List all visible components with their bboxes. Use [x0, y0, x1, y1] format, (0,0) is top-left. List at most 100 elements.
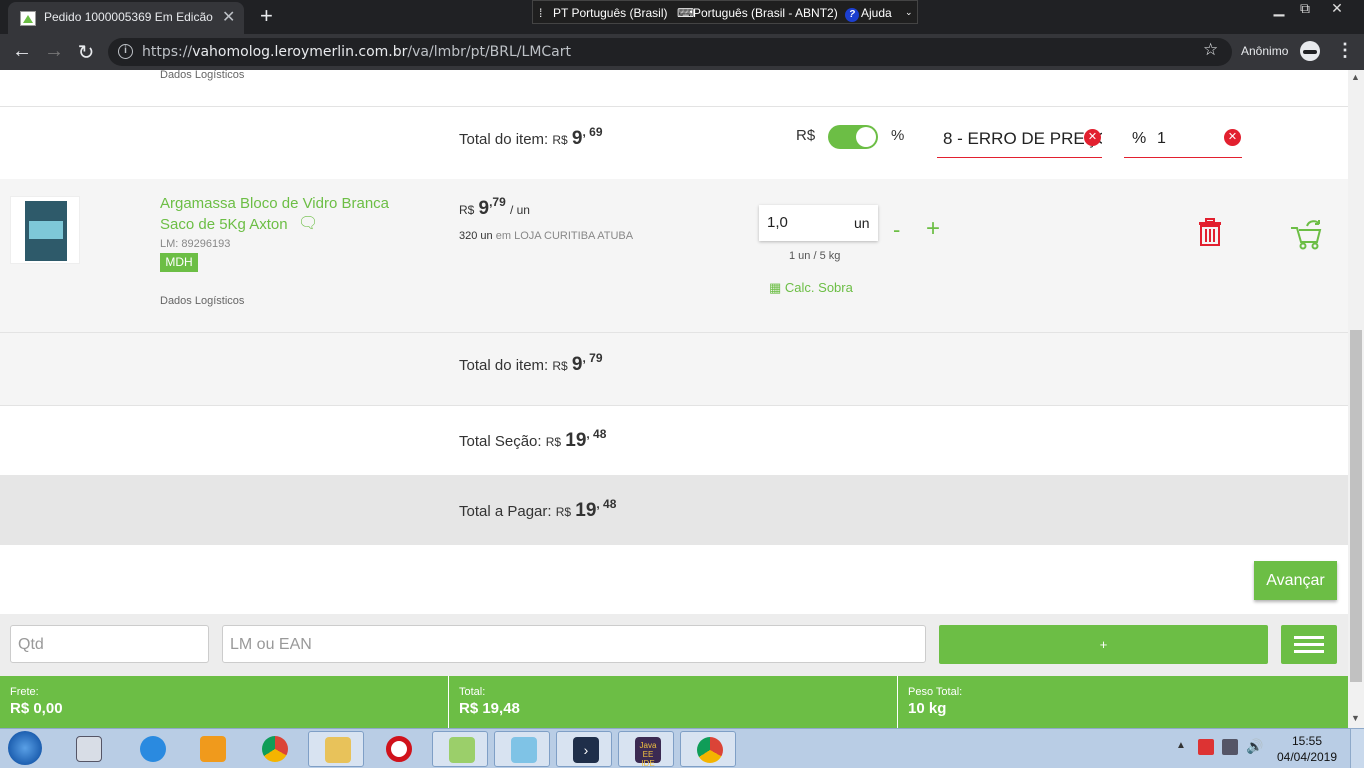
unit-price-unit: / un [509, 203, 530, 217]
url-host: vahomolog.leroymerlin.com.br [192, 44, 408, 60]
show-hidden-icons[interactable]: ▲ [1176, 740, 1186, 751]
calculator-icon: ▦ [769, 280, 782, 295]
taskbar-paint[interactable] [494, 731, 550, 767]
product-name-line2[interactable]: Saco de 5Kg Axton [160, 216, 288, 233]
weight-cell: Peso Total: 10 kg [897, 676, 1348, 728]
percent-value: 1 [1157, 130, 1166, 147]
calc-sobra-link[interactable]: ▦ Calc. Sobra [769, 280, 853, 296]
tab-close-icon[interactable]: ✕ [222, 7, 235, 27]
reload-icon[interactable]: ↻ [74, 40, 98, 65]
taskbar-java-ide[interactable]: Java EE IDE [618, 731, 674, 768]
scrollbar-thumb[interactable] [1350, 330, 1362, 682]
clock-date: 04/04/2019 [1276, 750, 1338, 764]
taskbar-notepad[interactable] [432, 731, 488, 767]
keyboard-icon: ⌨ [677, 6, 695, 20]
browser-toolbar: ← → ↻ i https://vahomolog.leroymerlin.co… [0, 34, 1364, 70]
product-name-line1[interactable]: Argamassa Bloco de Vidro Branca [160, 195, 389, 212]
tab-title: Pedido 1000005369 Em Edicão [44, 10, 213, 24]
language-bar[interactable]: ⁞ PT Português (Brasil) ⌨ Português (Bra… [532, 0, 918, 24]
forward-arrow-icon[interactable]: → [42, 40, 66, 63]
network-icon[interactable] [1222, 739, 1238, 755]
start-button[interactable] [2, 729, 46, 767]
new-tab-icon[interactable]: + [260, 3, 273, 29]
weight-value: 10 kg [908, 700, 947, 717]
taskbar-chrome[interactable] [246, 731, 302, 767]
restore-icon[interactable]: ⧉ [1290, 0, 1320, 18]
freight-label: Frete: [10, 686, 39, 698]
help-button[interactable]: ? Ajuda [845, 6, 892, 22]
taskbar-opera[interactable] [370, 731, 426, 767]
delete-item-trash-icon[interactable] [1197, 218, 1223, 246]
bookmark-star-icon[interactable]: ☆ [1203, 40, 1218, 60]
comment-icon[interactable]: 🗨 [298, 213, 318, 233]
url-text[interactable]: https://vahomolog.leroymerlin.com.br/va/… [142, 44, 571, 60]
help-label: Ajuda [861, 6, 892, 20]
stock-location: em LOJA CURITIBA ATUBA [495, 230, 634, 242]
browser-tab[interactable]: Pedido 1000005369 Em Edicão ✕ [8, 2, 244, 34]
item1-total-int: 9 [571, 128, 583, 149]
close-window-icon[interactable]: ✕ [1322, 0, 1352, 18]
language-bar-options-icon[interactable]: ⌄ [905, 7, 913, 18]
advance-button[interactable]: Avançar [1254, 561, 1337, 600]
total-to-pay-currency: R$ [555, 505, 572, 519]
browser-menu-icon[interactable]: ⋮ [1336, 40, 1354, 61]
volume-icon[interactable]: 🔊 [1246, 738, 1263, 755]
taskbar-media-player[interactable] [184, 731, 240, 767]
add-item-button[interactable]: + [939, 625, 1268, 664]
show-desktop-button[interactable] [1350, 729, 1364, 768]
incognito-icon[interactable] [1300, 41, 1320, 61]
footer-total-value: R$ 19,48 [459, 700, 520, 717]
section-total: Total Seção: R$ 19, 48 [459, 427, 606, 452]
item2-logistics-link[interactable]: Dados Logísticos [160, 295, 244, 307]
total-to-pay-cents: , 48 [596, 497, 617, 511]
clear-reason-icon[interactable]: ✕ [1084, 129, 1101, 146]
chrome-icon [697, 737, 723, 763]
taskbar-ie[interactable] [124, 731, 180, 767]
windows-logo-icon [8, 731, 42, 765]
item1-logistics-link[interactable]: Dados Logísticos [160, 69, 244, 81]
discount-currency-option[interactable]: R$ [796, 127, 815, 144]
site-info-icon[interactable]: i [118, 44, 133, 59]
discount-percent-option[interactable]: % [891, 127, 904, 144]
increment-button[interactable]: + [926, 215, 940, 243]
total-to-pay-band [0, 475, 1348, 545]
quantity-input[interactable]: 1,0 un [759, 205, 878, 241]
item2-total-int: 9 [571, 354, 583, 375]
unit-price: R$ 9,79 / un [459, 195, 530, 220]
product-lm-code: LM: 89296193 [160, 238, 231, 250]
total-to-pay-label: Total a Pagar: [459, 503, 552, 520]
product-image[interactable] [10, 196, 80, 264]
scroll-up-icon[interactable]: ▲ [1351, 72, 1360, 82]
language-label[interactable]: PT Português (Brasil) [553, 6, 668, 20]
action-center-icon[interactable] [1198, 739, 1214, 755]
hamburger-menu-icon[interactable] [1281, 625, 1337, 664]
divider [0, 106, 1348, 107]
back-arrow-icon[interactable]: ← [10, 40, 34, 63]
keyboard-layout-label[interactable]: Português (Brasil - ABNT2) [693, 6, 838, 20]
total-to-pay: Total a Pagar: R$ 19, 48 [459, 497, 616, 522]
folder-icon [325, 737, 351, 763]
taskbar-explorer[interactable] [308, 731, 364, 767]
system-clock[interactable]: 15:55 04/04/2019 [1272, 733, 1342, 765]
freight-value: R$ 0,00 [10, 700, 63, 717]
unit-price-currency: R$ [459, 203, 475, 217]
qty-input[interactable]: Qtd [10, 625, 209, 663]
item1-total: Total do item: R$ 9, 69 [459, 125, 603, 150]
transfer-cart-icon[interactable] [1289, 218, 1323, 250]
footer-total-label: Total: [459, 686, 486, 698]
taskbar-powershell[interactable]: › [556, 731, 612, 767]
clear-percent-icon[interactable]: ✕ [1224, 129, 1241, 146]
discount-reason-select[interactable]: 8 - ERRO DE PREÇO [937, 120, 1102, 158]
item1-total-currency: R$ [552, 133, 568, 147]
decrement-button[interactable]: - [893, 217, 900, 243]
quantity-value: 1,0 [767, 214, 788, 231]
java-ee-ide-icon: Java EE IDE [635, 737, 661, 768]
lm-ean-input[interactable]: LM ou EAN [222, 625, 926, 663]
scroll-down-icon[interactable]: ▼ [1351, 713, 1360, 723]
total-cell: Total: R$ 19,48 [448, 676, 898, 728]
incognito-label[interactable]: Anônimo [1241, 44, 1288, 58]
taskbar-chrome-active[interactable] [680, 731, 736, 767]
discount-type-toggle[interactable] [828, 125, 878, 149]
taskbar-keyboard-app[interactable] [60, 731, 116, 767]
toggle-knob [856, 127, 876, 147]
